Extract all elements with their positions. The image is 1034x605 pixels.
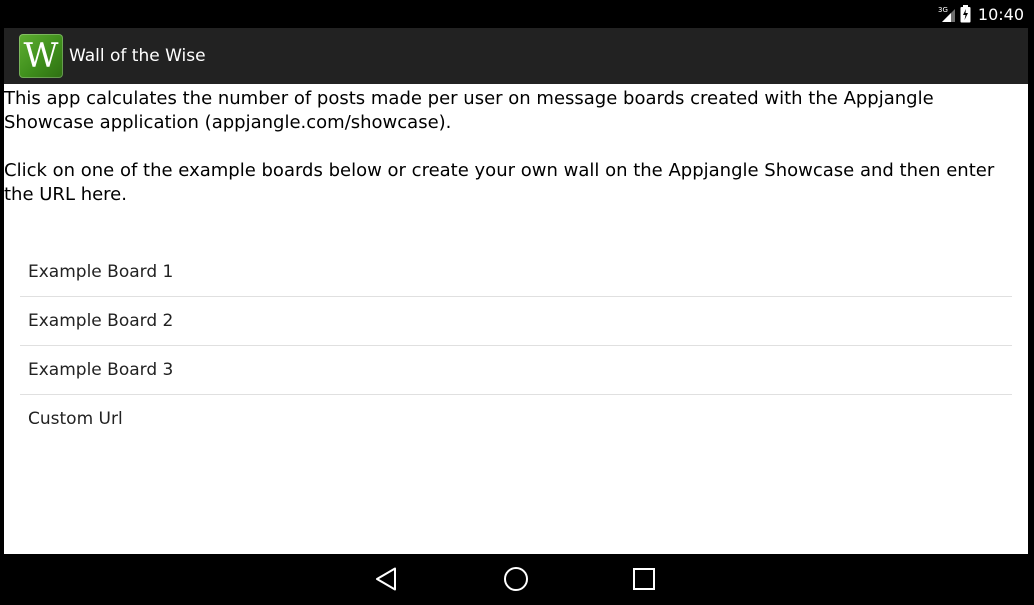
action-bar: W Wall of the Wise bbox=[4, 28, 1028, 84]
status-time: 10:40 bbox=[977, 4, 1024, 24]
app-logo[interactable]: W bbox=[19, 34, 63, 78]
main-content: This app calculates the number of posts … bbox=[4, 84, 1028, 554]
intro-paragraph-2: Click on one of the example boards below… bbox=[4, 160, 995, 205]
status-bar: 3G 10:40 bbox=[0, 0, 1034, 28]
status-icons: 3G 10:40 bbox=[938, 0, 1024, 28]
board-list: Example Board 1 Example Board 2 Example … bbox=[20, 248, 1012, 443]
list-item-example-board-2[interactable]: Example Board 2 bbox=[20, 297, 1012, 346]
list-item-custom-url[interactable]: Custom Url bbox=[20, 395, 1012, 443]
recents-icon[interactable] bbox=[629, 564, 659, 594]
intro-paragraph-1: This app calculates the number of posts … bbox=[4, 88, 934, 133]
svg-text:3G: 3G bbox=[938, 6, 948, 14]
navigation-bar bbox=[0, 554, 1034, 605]
intro-text: This app calculates the number of posts … bbox=[4, 87, 1024, 207]
app-logo-letter: W bbox=[23, 36, 59, 76]
battery-charging-icon bbox=[960, 5, 971, 23]
back-icon[interactable] bbox=[372, 564, 402, 594]
signal-3g-icon: 3G bbox=[938, 5, 956, 23]
app-title: Wall of the Wise bbox=[69, 46, 206, 66]
list-item-example-board-3[interactable]: Example Board 3 bbox=[20, 346, 1012, 395]
list-item-example-board-1[interactable]: Example Board 1 bbox=[20, 248, 1012, 297]
home-icon[interactable] bbox=[501, 564, 531, 594]
